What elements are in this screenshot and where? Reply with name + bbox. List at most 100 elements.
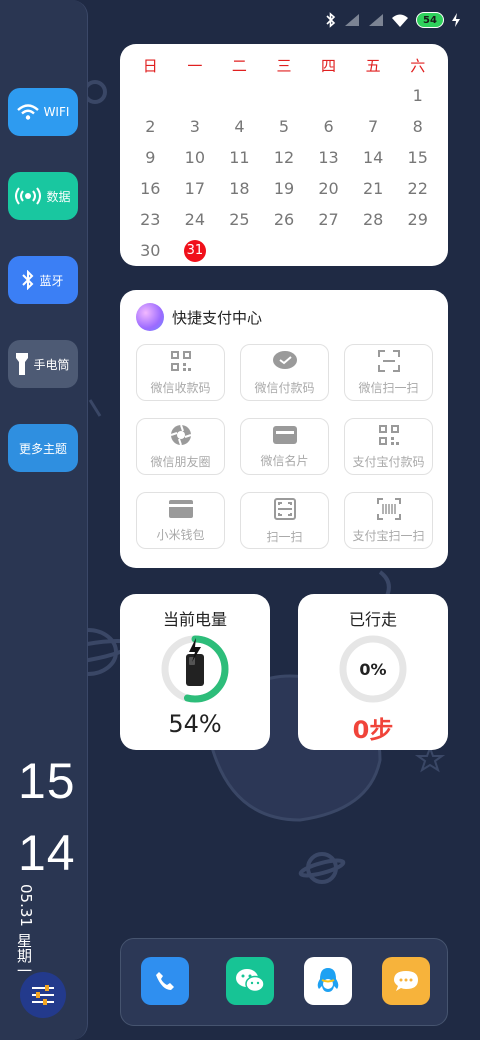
calendar-day[interactable]: 22 <box>395 173 440 204</box>
bluetooth-icon <box>22 270 34 290</box>
quick-pay-title: 快捷支付中心 <box>172 308 263 327</box>
calendar-empty-cell <box>351 80 396 111</box>
calendar-day[interactable]: 7 <box>351 111 396 142</box>
calendar-day[interactable]: 21 <box>351 173 396 204</box>
calendar-widget[interactable]: 日一二三四五六 1 2 3 4 5 6 7 8 9 10 11 12 13 14 15 16 17 18 19 20 2… <box>120 44 448 266</box>
qq-app[interactable] <box>304 957 352 1005</box>
messages-app[interactable] <box>382 957 430 1005</box>
flashlight-toggle[interactable]: 手电筒 <box>8 340 78 388</box>
flashlight-label: 手电筒 <box>33 357 70 372</box>
calendar-day[interactable]: 28 <box>351 204 396 235</box>
pay-tile-label: 微信收款码 <box>150 380 211 395</box>
charging-icon <box>452 13 460 27</box>
calendar-day[interactable]: 10 <box>173 142 218 173</box>
qr-code-icon <box>378 424 400 449</box>
calendar-day[interactable]: 29 <box>395 204 440 235</box>
card-icon <box>272 425 298 448</box>
calendar-day[interactable]: 25 <box>217 204 262 235</box>
status-bar: 54 <box>326 10 460 30</box>
calendar-day-today[interactable]: 31 <box>173 235 218 266</box>
pay-tile-label: 微信名片 <box>260 453 309 468</box>
calendar-empty-cell <box>306 235 351 266</box>
pay-tile-3[interactable]: 微信扫一扫 <box>344 344 433 401</box>
clock-hour: 15 <box>18 753 76 809</box>
calendar-day[interactable]: 5 <box>262 111 307 142</box>
calendar-day[interactable]: 18 <box>217 173 262 204</box>
steps-widget[interactable]: 已行走 0% 0步 <box>298 594 448 750</box>
bluetooth-toggle[interactable]: 蓝牙 <box>8 256 78 304</box>
weekday-label: 三 <box>276 57 292 75</box>
phone-app[interactable] <box>141 957 189 1005</box>
wifi-toggle[interactable]: WIFI <box>8 88 78 136</box>
pay-tile-9[interactable]: 支付宝扫一扫 <box>344 492 433 549</box>
battery-widget[interactable]: 当前电量 54% <box>120 594 270 750</box>
message-icon <box>394 971 418 991</box>
battery-widget-title: 当前电量 <box>162 610 227 629</box>
calendar-day[interactable]: 19 <box>262 173 307 204</box>
calendar-grid: 1 2 3 4 5 6 7 8 9 10 11 12 13 14 15 16 17 18 19 20 21 22 23 24 2… <box>128 80 440 266</box>
calendar-day[interactable]: 26 <box>262 204 307 235</box>
pay-tile-7[interactable]: 小米钱包 <box>136 492 225 549</box>
pay-tile-label: 微信扫一扫 <box>358 380 419 395</box>
calendar-day[interactable]: 20 <box>306 173 351 204</box>
pay-tile-2[interactable]: 微信付款码 <box>240 344 329 401</box>
calendar-day[interactable]: 14 <box>351 142 396 173</box>
calendar-day[interactable]: 17 <box>173 173 218 204</box>
pay-tile-6[interactable]: 支付宝付款码 <box>344 418 433 475</box>
calendar-day[interactable]: 23 <box>128 204 173 235</box>
calendar-day[interactable]: 1 <box>395 80 440 111</box>
calendar-week-row: 30 31 <box>128 235 440 266</box>
pay-tile-label: 支付宝付款码 <box>352 454 425 469</box>
quick-pay-grid: 微信收款码 微信付款码 微信扫一扫微信朋友圈 微信名片 支付宝付款码小米钱包 扫一扫 支付宝… <box>136 344 433 549</box>
qr-code-icon <box>170 350 192 375</box>
calendar-day[interactable]: 16 <box>128 173 173 204</box>
mobile-data-toggle[interactable]: 数据 <box>8 172 78 220</box>
weekday-label: 一 <box>187 57 203 75</box>
weekday-label: 四 <box>321 57 337 75</box>
calendar-day[interactable]: 13 <box>306 142 351 173</box>
settings-button[interactable] <box>20 972 66 1018</box>
calendar-day[interactable]: 3 <box>173 111 218 142</box>
phone-icon <box>156 972 174 990</box>
more-themes-button[interactable]: 更多主题 <box>8 424 78 472</box>
steps-percent: 0% <box>359 659 387 679</box>
pay-orb-icon <box>136 303 164 331</box>
calendar-day[interactable]: 30 <box>128 235 173 266</box>
quick-settings-panel: WIFI 数据 蓝牙 手电筒 更多主题 15 14 05.31 星期一 <box>0 0 88 1040</box>
steps-ring: 0% <box>336 632 410 706</box>
calendar-day[interactable]: 6 <box>306 111 351 142</box>
battery-level: 54 <box>423 14 437 26</box>
calendar-day[interactable]: 11 <box>217 142 262 173</box>
calendar-week-row: 2345678 <box>128 111 440 142</box>
wifi-icon <box>16 104 39 120</box>
qq-penguin-icon <box>317 968 339 992</box>
pay-tile-8[interactable]: 扫一扫 <box>240 492 329 549</box>
calendar-day[interactable]: 15 <box>395 142 440 173</box>
signal-broadcast-icon <box>15 187 42 205</box>
calendar-day[interactable]: 8 <box>395 111 440 142</box>
calendar-empty-cell <box>395 235 440 266</box>
pay-tile-label: 小米钱包 <box>156 527 205 542</box>
calendar-empty-cell <box>262 80 307 111</box>
today-marker: 31 <box>183 239 206 262</box>
calendar-day[interactable]: 2 <box>128 111 173 142</box>
weekday-label: 六 <box>410 57 426 75</box>
steps-count: 0步 <box>352 716 394 744</box>
calendar-day[interactable]: 4 <box>217 111 262 142</box>
wechat-app[interactable] <box>226 957 274 1005</box>
scan-frame-icon <box>377 349 400 375</box>
calendar-empty-cell <box>262 235 307 266</box>
flashlight-icon <box>16 353 29 375</box>
pay-tile-1[interactable]: 微信收款码 <box>136 344 225 401</box>
calendar-week-row: 23 24 25 26 27 28 29 <box>128 204 440 235</box>
calendar-day[interactable]: 9 <box>128 142 173 173</box>
pay-tile-4[interactable]: 微信朋友圈 <box>136 418 225 475</box>
pay-tile-5[interactable]: 微信名片 <box>240 418 329 475</box>
calendar-day[interactable]: 27 <box>306 204 351 235</box>
calendar-day[interactable]: 24 <box>173 204 218 235</box>
pay-tile-label: 支付宝扫一扫 <box>352 528 425 543</box>
calendar-day[interactable]: 12 <box>262 142 307 173</box>
steps-widget-title: 已行走 <box>348 610 397 629</box>
calendar-empty-cell <box>306 80 351 111</box>
quick-pay-header: 快捷支付中心 <box>136 302 432 332</box>
